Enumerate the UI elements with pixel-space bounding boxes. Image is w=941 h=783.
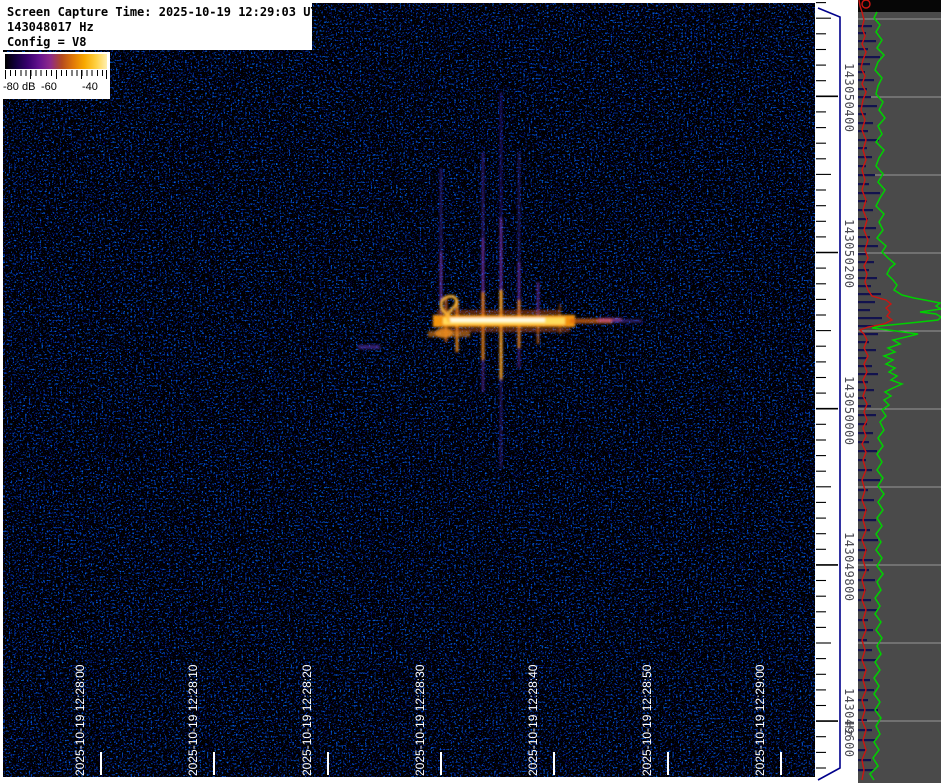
legend-db-label: -60 [41, 81, 57, 93]
spectrum-history-bar [858, 139, 879, 141]
spectrum-history-bar [858, 25, 872, 27]
capture-info-box: Screen Capture Time: 2025-10-19 12:29:03… [3, 3, 312, 50]
spectrum-history-bar [858, 105, 877, 107]
spectrum-history-bar [858, 539, 878, 541]
legend-major-tick [81, 70, 82, 79]
time-axis-tick [100, 752, 102, 775]
frequency-text: 143048017 Hz [7, 20, 312, 35]
frequency-axis[interactable]: 1430504001430502001430500001430498001430… [815, 0, 858, 783]
spectrum-history-bar [858, 599, 871, 601]
time-axis-tick [327, 752, 329, 775]
color-gradient-bar [5, 54, 107, 69]
waterfall-noise [3, 3, 815, 777]
spectrum-history-bar [858, 679, 870, 681]
time-axis-label: 2025-10-19 12:28:30 [413, 665, 427, 776]
spectrum-history-bar [858, 341, 869, 343]
spectrum-history-bar [858, 349, 876, 351]
spectrum-history-bar [858, 40, 876, 42]
waterfall-canvas [3, 3, 815, 777]
spectrum-history-bar [858, 147, 867, 149]
spectrum-history-bar [858, 450, 877, 452]
spectrum-history-bar [858, 301, 875, 303]
capture-time-text: Screen Capture Time: 2025-10-19 12:29:03… [7, 5, 312, 20]
spectrum-history-bar [858, 559, 873, 561]
spectrum-history-bar [858, 122, 873, 124]
time-axis-tick [440, 752, 442, 775]
spectrum-history-bar [858, 277, 877, 279]
spectrum-lab-window: Screen Capture Time: 2025-10-19 12:29:03… [0, 0, 941, 783]
spectrum-history-bar [858, 165, 866, 167]
spectrum-history-bar [858, 749, 866, 751]
spectrum-history-bar [858, 63, 870, 65]
legend-db-label: -80 dB [3, 81, 35, 93]
spectrum-history-bar [858, 659, 876, 661]
spectrum-history-bar [858, 579, 875, 581]
spectrum-history-bar [858, 227, 876, 229]
legend-major-tick [30, 70, 31, 79]
spectrum-history-bar [858, 48, 868, 50]
time-axis-label: 2025-10-19 12:28:40 [526, 665, 540, 776]
spectrum-history-bar [858, 192, 880, 194]
spectrum-history-bar [858, 285, 871, 287]
spectrum-graph-canvas [858, 0, 941, 783]
time-axis-label: 2025-10-19 12:29:00 [753, 665, 767, 776]
amplitude-color-legend[interactable]: -80 dB -60 -40 [2, 52, 110, 99]
spectrum-history-bar [858, 759, 871, 761]
legend-major-tick [56, 70, 57, 79]
time-axis-tick [780, 752, 782, 775]
freq-axis-unit: Hz [842, 721, 856, 736]
spectrum-history-bar [858, 569, 869, 571]
time-axis-tick [667, 752, 669, 775]
freq-axis-label: 143050000 [842, 376, 856, 446]
time-axis-label: 2025-10-19 12:28:00 [73, 665, 87, 776]
spectrum-history-bar [858, 405, 871, 407]
spectrum-history-bar [858, 309, 870, 311]
spectrum-history-bar [858, 245, 878, 247]
echo-streak [437, 310, 560, 314]
freq-axis-label: 143050400 [842, 63, 856, 133]
echo-streak [358, 345, 380, 349]
spectrum-panel-background [858, 0, 941, 783]
spectrum-history-bar [858, 769, 874, 771]
spectrum-history-bar [858, 414, 876, 416]
freq-axis-label: 143050200 [842, 219, 856, 289]
freq-axis-label: 143049800 [842, 532, 856, 602]
spectrum-history-bar [858, 669, 866, 671]
config-text: Config = V8 [7, 35, 312, 50]
spectrum-history-bar [858, 373, 878, 375]
time-axis-label: 2025-10-19 12:28:50 [640, 665, 654, 776]
spectrum-history-bar [858, 269, 869, 271]
spectrum-history-bar [858, 174, 875, 176]
waterfall-display[interactable] [3, 3, 815, 777]
echo-streak [612, 320, 642, 323]
time-axis-tick [213, 752, 215, 775]
time-axis-label: 2025-10-19 12:28:20 [300, 665, 314, 776]
legend-db-label: -40 [82, 81, 98, 93]
spectrum-history-bar [858, 489, 868, 491]
spectrum-history-bar [858, 739, 876, 741]
spectrum-history-bar [858, 209, 873, 211]
time-axis-tick [553, 752, 555, 775]
spectrum-history-bar [858, 357, 867, 359]
spectrum-panel-top-band [858, 0, 941, 12]
echo-streak [450, 318, 545, 322]
spectrum-history-bar [858, 79, 874, 81]
echo-head-blob [435, 328, 453, 338]
spectrum-history-bar [858, 236, 870, 238]
spectrum-history-bar [858, 333, 878, 335]
spectrum-history-bar [858, 499, 874, 501]
legend-major-tick [106, 70, 107, 79]
spectrum-history-bar [858, 56, 880, 58]
spectrum-graph-panel[interactable] [858, 0, 941, 783]
spectrum-history-bar [858, 459, 866, 461]
time-axis-label: 2025-10-19 12:28:10 [186, 665, 200, 776]
spectrum-history-bar [858, 529, 870, 531]
freq-axis-line [818, 8, 840, 780]
spectrum-history-bar [858, 317, 882, 319]
spectrum-history-bar [858, 519, 876, 521]
legend-major-tick [5, 70, 6, 79]
spectrum-history-bar [858, 609, 877, 611]
